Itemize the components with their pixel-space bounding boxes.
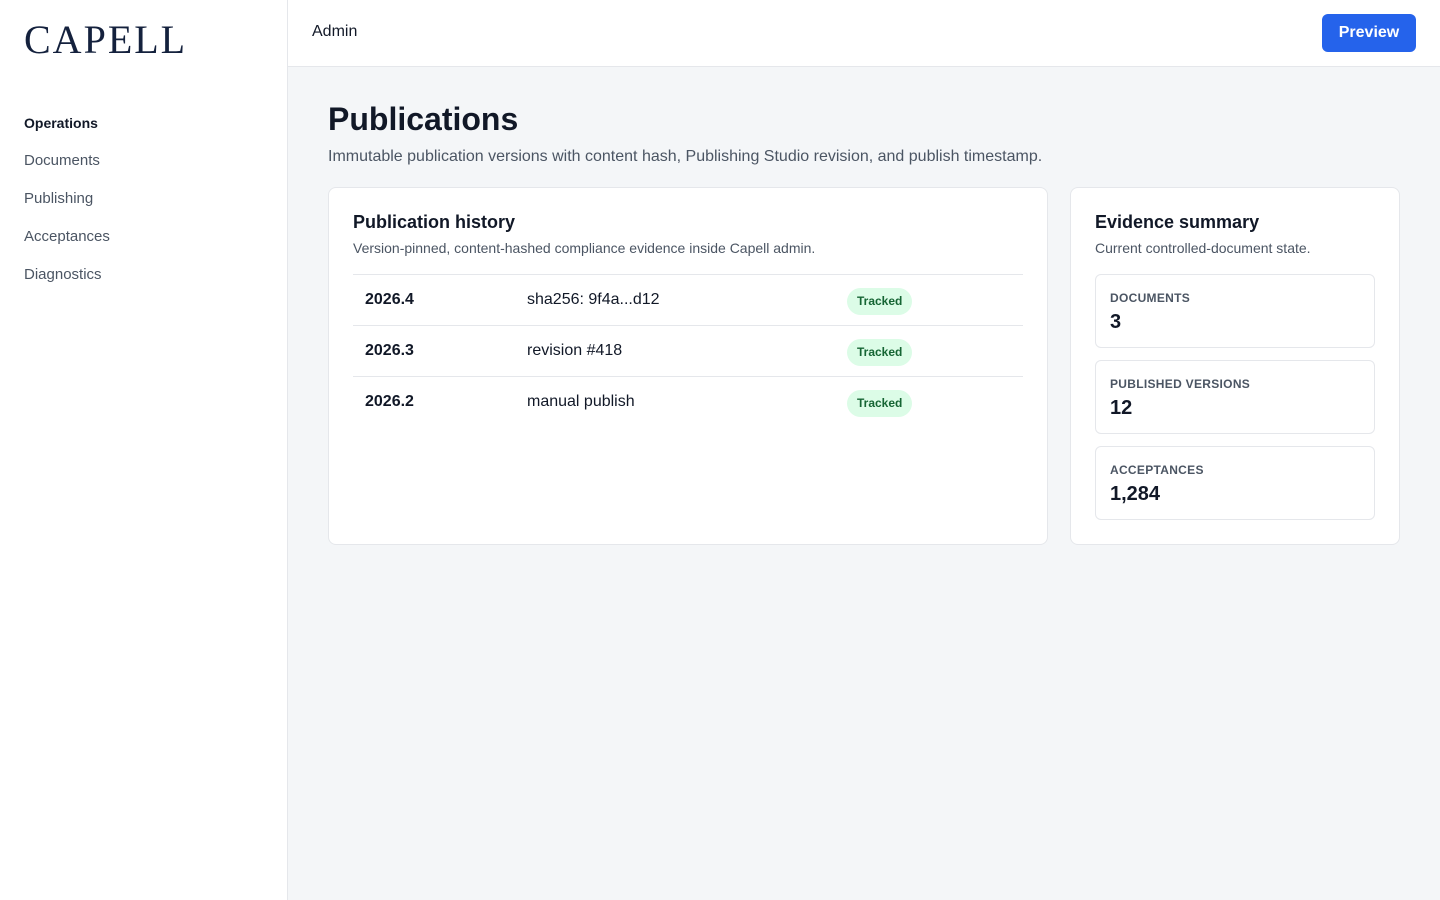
version-detail: sha256: 9f4a...d12 — [527, 291, 660, 308]
sidebar-item-acceptances[interactable]: Acceptances — [24, 227, 264, 265]
history-row[interactable]: 2026.4 sha256: 9f4a...d12 Tracked — [353, 274, 1023, 325]
page-subtitle: Immutable publication versions with cont… — [328, 148, 1043, 165]
metric-documents: DOCUMENTS 3 — [1095, 274, 1375, 348]
history-description: Version-pinned, content-hashed complianc… — [353, 240, 816, 256]
version-number: 2026.4 — [365, 291, 414, 308]
cards-row: Publication history Version-pinned, cont… — [328, 187, 1400, 545]
summary-title: Evidence summary — [1095, 212, 1260, 232]
version-detail: revision #418 — [527, 342, 623, 359]
history-row[interactable]: 2026.3 revision #418 Tracked — [353, 325, 1023, 376]
page-title: Publications — [328, 101, 519, 137]
topbar: Admin Preview — [288, 0, 1440, 67]
metric-acceptances: ACCEPTANCES 1,284 — [1095, 446, 1375, 520]
metric-value: 1,284 — [1110, 483, 1161, 505]
status-badge: Tracked — [847, 288, 913, 315]
version-number: 2026.3 — [365, 342, 414, 359]
status-badge: Tracked — [847, 339, 913, 366]
preview-button[interactable]: Preview — [1322, 14, 1416, 52]
metric-label: ACCEPTANCES — [1110, 463, 1204, 477]
brand-logo[interactable]: CAPELL — [24, 18, 187, 62]
version-number: 2026.2 — [365, 393, 414, 410]
history-title: Publication history — [353, 212, 516, 232]
main-area: Admin Preview Publications Immutable pub… — [288, 0, 1440, 900]
sidebar-nav: Operations Documents Publishing Acceptan… — [24, 113, 264, 303]
page-content: Publications Immutable publication versi… — [328, 100, 1400, 545]
app-shell: CAPELL Operations Documents Publishing A… — [0, 0, 1440, 900]
sidebar-item-publishing[interactable]: Publishing — [24, 189, 264, 227]
metric-value: 12 — [1110, 397, 1133, 419]
history-list: 2026.4 sha256: 9f4a...d12 Tracked 2026.3… — [353, 274, 1023, 427]
sidebar-item-diagnostics[interactable]: Diagnostics — [24, 265, 264, 303]
metric-value: 3 — [1110, 311, 1122, 333]
history-row[interactable]: 2026.2 manual publish Tracked — [353, 376, 1023, 427]
summary-description: Current controlled-document state. — [1095, 240, 1311, 256]
evidence-summary-card: Evidence summary Current controlled-docu… — [1070, 187, 1400, 545]
publication-history-card: Publication history Version-pinned, cont… — [328, 187, 1048, 545]
topbar-title: Admin — [312, 23, 358, 40]
metric-label: DOCUMENTS — [1110, 291, 1191, 305]
version-detail: manual publish — [527, 393, 635, 410]
sidebar: CAPELL Operations Documents Publishing A… — [0, 0, 288, 900]
metric-label: PUBLISHED VERSIONS — [1110, 377, 1251, 391]
status-badge: Tracked — [847, 390, 913, 417]
metric-published-versions: PUBLISHED VERSIONS 12 — [1095, 360, 1375, 434]
metrics-list: DOCUMENTS 3 PUBLISHED VERSIONS 12 ACCEPT… — [1095, 274, 1375, 532]
sidebar-item-documents[interactable]: Documents — [24, 151, 264, 189]
sidebar-item-operations[interactable]: Operations — [24, 113, 264, 151]
